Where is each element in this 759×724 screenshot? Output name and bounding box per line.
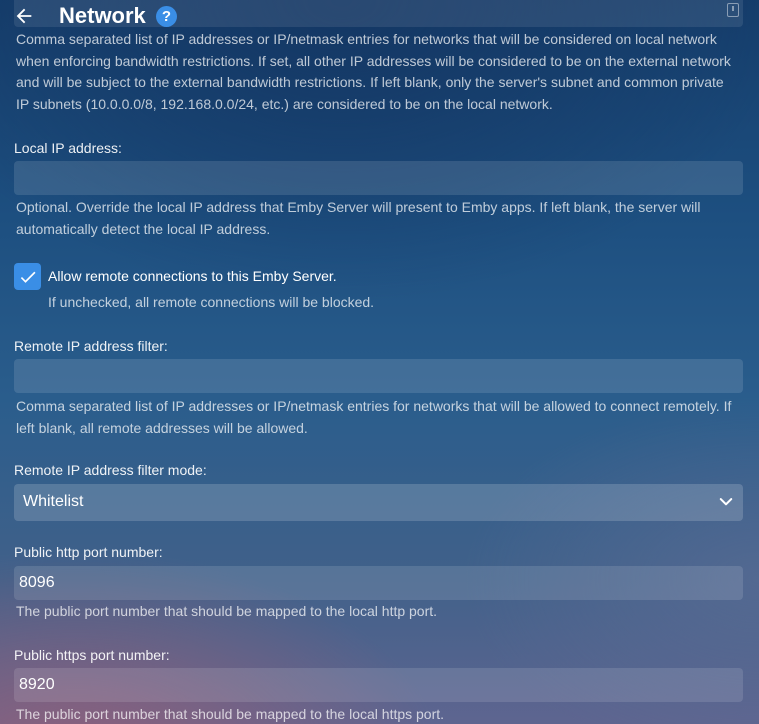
- allow-remote-description: If unchecked, all remote connections wil…: [48, 294, 375, 310]
- select-value: Whitelist: [23, 493, 84, 510]
- public-https-port-label: Public https port number:: [14, 647, 170, 663]
- public-http-port-label: Public http port number:: [14, 544, 163, 560]
- public-http-port-input[interactable]: [14, 566, 743, 600]
- public-https-port-input[interactable]: [14, 668, 743, 702]
- remote-ip-filter-mode-select[interactable]: Whitelist: [14, 484, 743, 521]
- allow-remote-label[interactable]: Allow remote connections to this Emby Se…: [48, 268, 337, 284]
- local-ip-description: Optional. Override the local IP address …: [16, 199, 701, 237]
- public-http-port-description: The public port number that should be ma…: [16, 603, 438, 619]
- page-title: Network: [59, 3, 146, 28]
- back-button[interactable]: [10, 2, 38, 30]
- public-https-port-description: The public port number that should be ma…: [16, 706, 445, 722]
- chevron-down-icon: [719, 498, 733, 506]
- arrow-left-icon: [16, 8, 32, 24]
- local-ip-label: Local IP address:: [14, 140, 122, 156]
- remote-ip-filter-input[interactable]: [14, 359, 743, 393]
- allow-remote-checkbox[interactable]: [14, 263, 41, 290]
- remote-ip-filter-mode-label: Remote IP address filter mode:: [14, 462, 207, 478]
- help-icon[interactable]: ?: [156, 6, 177, 27]
- page-header: Network ?: [0, 0, 743, 30]
- remote-ip-filter-label: Remote IP address filter:: [14, 338, 168, 354]
- local-networks-description: Comma separated list of IP addresses or …: [16, 31, 731, 112]
- remote-ip-filter-description: Comma separated list of IP addresses or …: [16, 398, 732, 436]
- local-ip-input[interactable]: [14, 161, 743, 195]
- check-icon: [20, 271, 35, 283]
